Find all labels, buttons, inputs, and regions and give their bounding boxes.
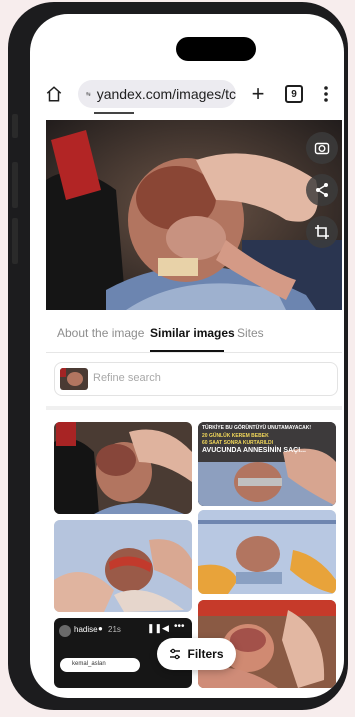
pause-icon[interactable]: ❚❚ bbox=[147, 623, 162, 634]
volume-down-button bbox=[12, 218, 18, 264]
refine-placeholder: Refine search bbox=[93, 372, 161, 384]
similar-image-1[interactable] bbox=[54, 422, 192, 514]
phone-frame: yandex.com/images/tc + 9 About the image… bbox=[8, 2, 348, 710]
video-more-icon[interactable]: ••• bbox=[174, 621, 185, 632]
tab-similar-images[interactable]: Similar images bbox=[150, 326, 235, 340]
side-button bbox=[12, 114, 18, 138]
tab-switcher-button[interactable]: 9 bbox=[282, 74, 306, 114]
volume-icon[interactable]: ◀ bbox=[162, 623, 169, 634]
site-settings-icon[interactable] bbox=[86, 87, 91, 101]
refine-search-input[interactable]: Refine search bbox=[54, 362, 338, 396]
home-icon[interactable] bbox=[42, 74, 66, 114]
tab-about-image[interactable]: About the image bbox=[57, 326, 144, 340]
browser-toolbar: yandex.com/images/tc + 9 bbox=[30, 74, 344, 114]
result-tabs: About the image Similar images Sites bbox=[46, 318, 342, 353]
main-image[interactable] bbox=[46, 120, 342, 310]
video-time: 21s bbox=[108, 625, 121, 634]
similar-image-3[interactable] bbox=[54, 520, 192, 612]
similar-image-4[interactable] bbox=[198, 510, 336, 594]
similar-image-2[interactable]: TÜRKİYE BU GÖRÜNTÜYÜ UNUTAMAYACAK! 20 GÜ… bbox=[198, 422, 336, 506]
tab-sites[interactable]: Sites bbox=[237, 326, 264, 340]
address-bar[interactable]: yandex.com/images/tc bbox=[78, 80, 236, 108]
news-headline-2: 20 GÜNLÜK KEREM BEBEK bbox=[202, 433, 269, 439]
crop-button[interactable] bbox=[306, 216, 338, 248]
filters-icon bbox=[170, 648, 181, 660]
url-text: yandex.com/images/tc bbox=[96, 86, 236, 102]
video-subusername: kemal_aslan bbox=[72, 661, 106, 667]
share-button[interactable] bbox=[306, 174, 338, 206]
news-caption: AVUCUNDA ANNESİNİN SAÇI... bbox=[202, 447, 306, 454]
filters-button[interactable]: Filters bbox=[157, 638, 236, 670]
volume-up-button bbox=[12, 162, 18, 208]
dynamic-island bbox=[176, 37, 256, 61]
more-menu-icon[interactable] bbox=[316, 74, 336, 114]
tab-count: 9 bbox=[285, 85, 303, 103]
section-divider bbox=[46, 406, 342, 410]
verified-icon: ● bbox=[98, 624, 103, 633]
news-headline-3: 60 SAAT SONRA KURTARILDI bbox=[202, 440, 274, 446]
video-username: hadise bbox=[74, 625, 98, 634]
video-comment-bar: kemal_aslan bbox=[60, 658, 140, 672]
visual-search-button[interactable] bbox=[306, 132, 338, 164]
page-top-indicator bbox=[94, 112, 134, 114]
active-tab-indicator bbox=[150, 350, 224, 352]
filters-label: Filters bbox=[187, 647, 224, 661]
screen: yandex.com/images/tc + 9 About the image… bbox=[30, 14, 344, 698]
new-tab-icon[interactable]: + bbox=[246, 74, 270, 114]
query-thumbnail bbox=[60, 368, 88, 390]
news-headline-1: TÜRKİYE BU GÖRÜNTÜYÜ UNUTAMAYACAK! bbox=[202, 425, 311, 431]
video-avatar bbox=[59, 625, 71, 637]
